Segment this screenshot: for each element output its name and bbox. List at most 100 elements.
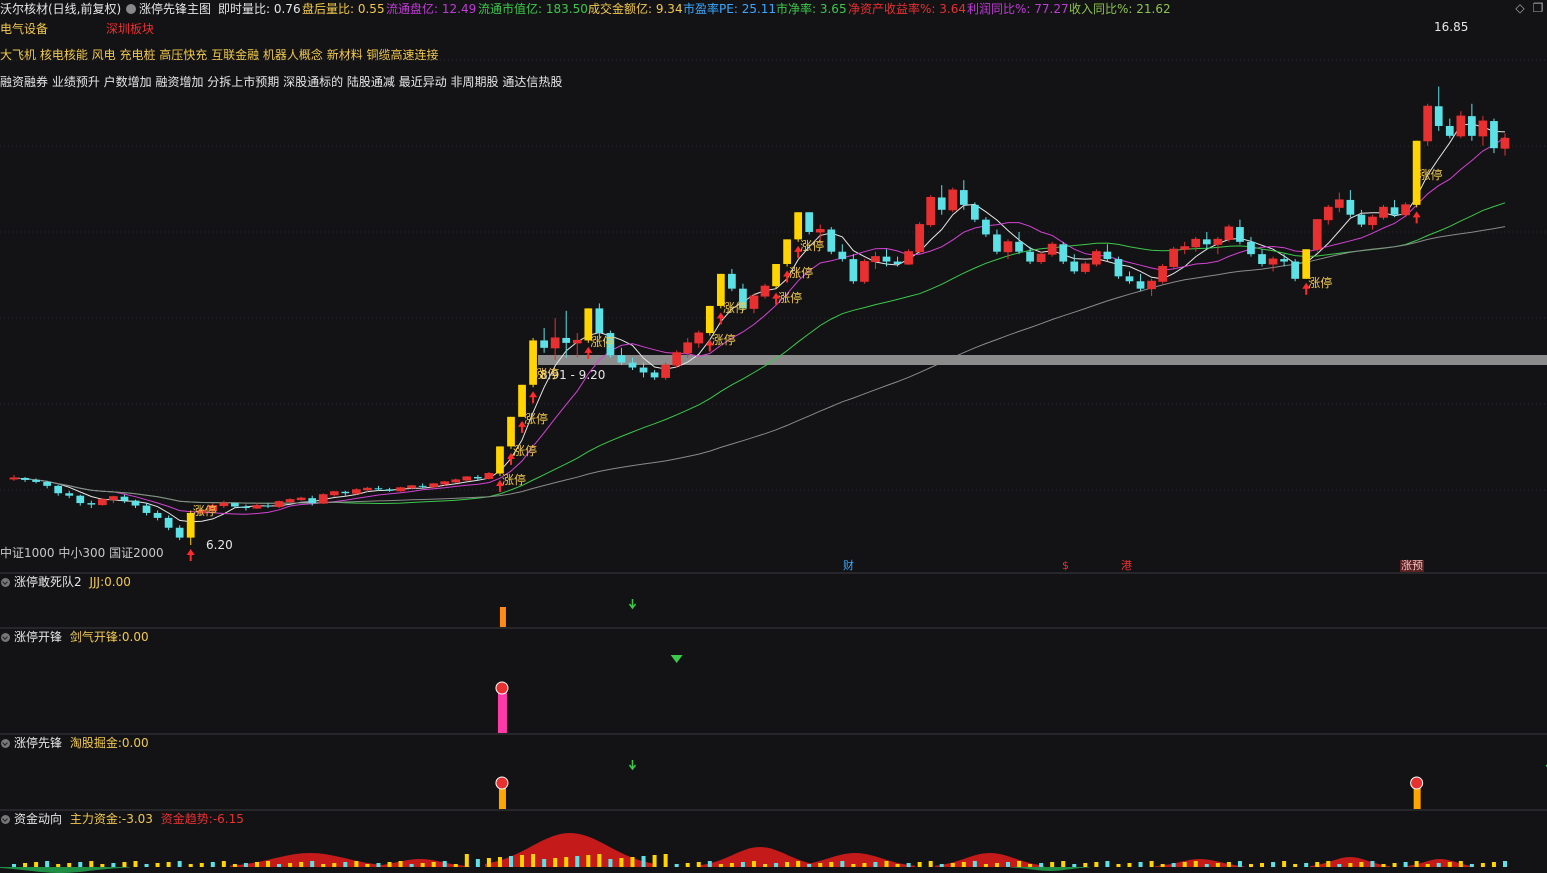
money-flow-bar xyxy=(100,864,105,867)
money-flow-bar xyxy=(332,863,337,867)
money-flow-bar xyxy=(1447,862,1452,867)
money-flow-bar xyxy=(387,862,392,867)
money-flow-bar xyxy=(1028,864,1033,867)
money-flow-bar xyxy=(862,863,867,867)
money-flow-bar xyxy=(1237,861,1242,867)
money-flow-bar xyxy=(1072,864,1077,867)
money-flow-bar xyxy=(509,856,513,867)
money-flow-bar xyxy=(199,863,204,867)
money-flow-bar xyxy=(972,861,977,867)
money-flow-bar xyxy=(221,861,226,867)
money-flow-bar xyxy=(1414,861,1419,867)
money-flow-bar xyxy=(354,861,359,867)
collapse-icon[interactable] xyxy=(1,633,10,642)
money-flow-bar xyxy=(1171,863,1176,867)
candle-body xyxy=(1456,115,1466,137)
money-flow-bar xyxy=(1425,864,1430,867)
candle-body xyxy=(318,494,328,504)
money-flow-bar xyxy=(961,862,966,867)
money-flow-bar xyxy=(1094,862,1099,867)
candle-body xyxy=(1379,206,1388,218)
money-flow-bar xyxy=(663,854,668,867)
money-flow-bar xyxy=(34,862,39,867)
money-flow-bar xyxy=(718,864,723,867)
candle-body xyxy=(385,489,394,491)
event-flag-hk[interactable]: 港 xyxy=(1120,560,1133,572)
candle-body xyxy=(429,483,439,488)
money-flow-bar xyxy=(983,864,988,867)
event-flag-limit-forecast[interactable]: 涨预 xyxy=(1400,560,1424,572)
money-flow-bar xyxy=(321,864,326,867)
candle-body xyxy=(1357,214,1366,225)
money-flow-bar xyxy=(531,854,536,867)
money-flow-bar xyxy=(166,862,171,867)
signal-bar xyxy=(499,607,506,627)
candle-body xyxy=(1070,261,1079,272)
candle-body xyxy=(87,503,96,505)
money-flow-bar xyxy=(641,856,646,867)
money-flow-bar xyxy=(1204,864,1209,867)
money-flow-bar xyxy=(763,864,768,867)
limit-up-markers xyxy=(186,211,1421,561)
money-flow-bar xyxy=(542,859,547,867)
candle-body xyxy=(904,251,913,265)
candle-body xyxy=(474,476,482,479)
money-flow-bar xyxy=(188,864,193,867)
pane-title-zijin[interactable]: 资金动向 主力资金:-3.03 资金趋势:-6.15 xyxy=(0,812,244,826)
candle-body xyxy=(219,502,229,507)
limit-up-arrow xyxy=(186,549,195,561)
money-flow-bar xyxy=(1083,863,1088,867)
money-flow-bar xyxy=(597,854,602,867)
candle-body xyxy=(1401,204,1410,216)
money-flow-bar xyxy=(1480,863,1485,867)
money-flow-bar xyxy=(1436,863,1441,867)
pane-title-zt-kaifeng[interactable]: 涨停开锋 剑气开锋:0.00 xyxy=(0,630,149,644)
event-flag-dollar[interactable]: $ xyxy=(1061,560,1070,572)
money-flow-bar xyxy=(994,863,999,867)
candle-body xyxy=(849,259,858,282)
candle-body xyxy=(451,479,461,483)
candle-body xyxy=(562,337,571,343)
money-flow-bar xyxy=(1039,863,1044,867)
candle-body xyxy=(153,512,162,518)
candlestick-series xyxy=(9,86,1510,545)
candle-body xyxy=(860,261,869,282)
pane-title-zt-xianfeng[interactable]: 涨停先锋 淘股掘金:0.00 xyxy=(0,736,149,750)
money-flow-bar xyxy=(133,861,138,867)
candle-body xyxy=(650,372,659,378)
candle-body xyxy=(838,251,847,260)
collapse-icon[interactable] xyxy=(1,815,10,824)
money-flow-bar xyxy=(1149,861,1154,867)
money-flow-bar xyxy=(475,859,480,867)
money-flow-bar xyxy=(431,862,436,867)
pane-title-zt-gansidui[interactable]: 涨停敢死队2 JJJ:0.00 xyxy=(0,575,131,589)
event-flag-finance[interactable]: 财 xyxy=(842,560,855,572)
money-flow-bar xyxy=(1215,863,1220,867)
money-flow-bar xyxy=(1392,863,1397,867)
limit-up-tag: 涨停 xyxy=(722,300,747,315)
money-flow-bar xyxy=(497,857,502,867)
limit-up-tag: 涨停 xyxy=(778,291,803,305)
money-flow-area xyxy=(700,847,820,867)
candle-body xyxy=(1191,238,1201,248)
money-flow-bar xyxy=(155,863,160,867)
money-flow-bar xyxy=(1248,864,1253,867)
candle-body xyxy=(252,505,262,509)
price-band-zone xyxy=(538,355,1547,365)
candle-body xyxy=(705,305,714,334)
collapse-icon[interactable] xyxy=(1,739,10,748)
money-flow-bar xyxy=(740,862,745,867)
limit-up-tag: 涨停 xyxy=(192,503,217,518)
limit-up-tag: 涨停 xyxy=(501,473,526,488)
candle-body xyxy=(937,197,946,210)
money-flow-bar xyxy=(652,855,657,867)
candle-body xyxy=(1047,243,1057,255)
money-flow-bar xyxy=(608,859,613,867)
money-flow-bar xyxy=(210,862,215,867)
money-flow-bar xyxy=(442,861,447,867)
kline-chart[interactable] xyxy=(0,0,1547,873)
money-flow-area xyxy=(1155,859,1245,867)
collapse-icon[interactable] xyxy=(1,578,10,587)
candle-body xyxy=(815,229,825,233)
candle-body xyxy=(1334,199,1344,208)
